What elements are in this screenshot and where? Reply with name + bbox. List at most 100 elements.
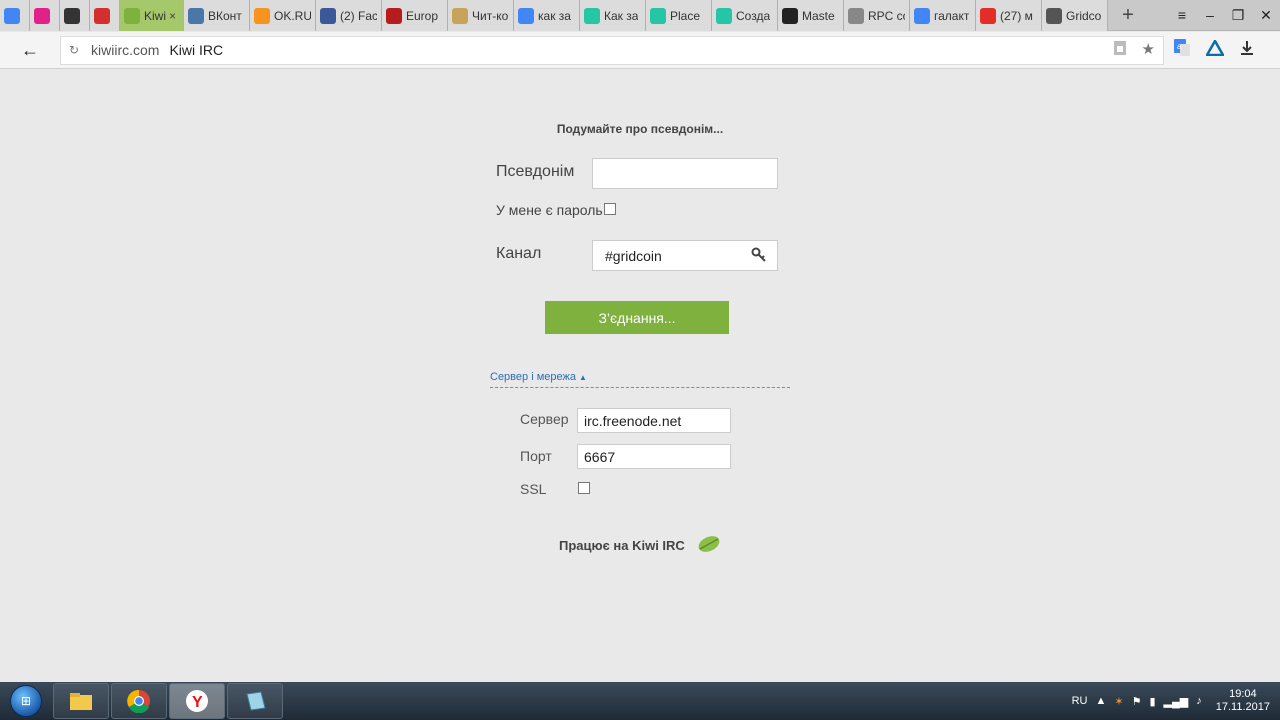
tab-title: ВКонт xyxy=(208,8,242,23)
tab-title: галакт xyxy=(934,8,970,23)
page-title: Kiwi IRC xyxy=(169,42,224,58)
back-button[interactable]: ← xyxy=(0,40,60,61)
tray-expand-icon[interactable]: ▲ xyxy=(1095,695,1106,707)
minimize-button[interactable]: – xyxy=(1196,7,1224,23)
translate-icon[interactable]: a xyxy=(1174,38,1190,62)
omnibox-actions: ★ xyxy=(1112,40,1155,60)
svg-text:Y: Y xyxy=(192,694,203,711)
browser-tab[interactable]: как за xyxy=(514,0,580,31)
github-icon xyxy=(782,7,798,24)
youtube-icon xyxy=(980,7,996,24)
network-signal-icon[interactable]: ▂▄▆ xyxy=(1164,695,1189,708)
browser-tab[interactable]: Europ xyxy=(382,0,448,31)
avast-icon[interactable]: ✶ xyxy=(1114,695,1123,708)
google-icon xyxy=(914,7,930,24)
tab-title: RPC co xyxy=(868,8,905,23)
tab-title: Как за xyxy=(604,8,639,23)
action-center-flag-icon[interactable]: ⚑ xyxy=(1132,695,1142,708)
tab-title: Созда xyxy=(736,8,771,23)
key-icon[interactable] xyxy=(751,247,767,267)
green-circle-icon xyxy=(650,7,666,24)
browser-tab[interactable]: Gridco xyxy=(1042,0,1108,31)
download-icon[interactable] xyxy=(1240,40,1254,61)
channel-label: Канал xyxy=(496,245,542,262)
language-indicator[interactable]: RU xyxy=(1072,695,1088,707)
browser-tab[interactable]: Kiwi × xyxy=(120,0,184,31)
p-icon xyxy=(64,7,80,24)
window-controls: ≡ – ❐ ✕ xyxy=(1168,0,1280,30)
google-icon xyxy=(518,7,534,24)
delta-extension-icon[interactable] xyxy=(1204,37,1226,61)
taskbar: ⊞ Y RU ▲ ✶ ⚑ ▮ ▂▄▆ ♪ 19:04 17.11.2017 xyxy=(0,682,1280,720)
server-network-toggle[interactable]: Сервер і мережа ▲ xyxy=(490,371,790,388)
kiwi-leaf-icon xyxy=(698,536,720,552)
power-icon[interactable]: ▮ xyxy=(1149,695,1155,708)
restore-button[interactable]: ❐ xyxy=(1224,7,1252,24)
svg-text:a: a xyxy=(1177,42,1182,51)
browser-tab[interactable]: Как за xyxy=(580,0,646,31)
reload-icon[interactable]: ↻ xyxy=(63,43,85,57)
browser-tab[interactable]: (2) Fac xyxy=(316,0,382,31)
url-domain[interactable]: kiwiirc.com xyxy=(91,42,159,58)
browser-tab[interactable]: Созда xyxy=(712,0,778,31)
green-circle-icon xyxy=(584,7,600,24)
server-network-label[interactable]: Сервер і мережа xyxy=(490,371,576,383)
nick-label: Псевдонім xyxy=(496,163,575,180)
volume-icon[interactable]: ♪ xyxy=(1196,695,1202,707)
ssl-checkbox[interactable] xyxy=(578,482,590,494)
port-field-wrapper xyxy=(577,444,731,469)
tab-title: Чит-ко xyxy=(472,8,509,23)
password-label: У мене є пароль xyxy=(496,202,603,218)
clock-date: 17.11.2017 xyxy=(1215,701,1270,713)
omnibox[interactable]: ↻ kiwiirc.com Kiwi IRC ★ xyxy=(60,35,1164,65)
vk-icon xyxy=(188,7,204,24)
chrome-taskbar-icon[interactable] xyxy=(111,683,167,719)
clock[interactable]: 19:04 17.11.2017 xyxy=(1216,688,1270,714)
caret-up-icon: ▲ xyxy=(578,373,587,382)
nick-input[interactable] xyxy=(593,159,777,188)
pink-app-icon xyxy=(34,7,50,24)
facebook-icon xyxy=(320,7,336,24)
browser-tab[interactable]: Maste xyxy=(778,0,844,31)
browser-tab[interactable]: ВКонт xyxy=(184,0,250,31)
connect-button[interactable]: З’єднання... xyxy=(545,301,729,334)
browser-tab[interactable] xyxy=(60,0,90,31)
bookmark-star-icon[interactable]: ★ xyxy=(1142,40,1155,60)
browser-tab[interactable]: Чит-ко xyxy=(448,0,514,31)
new-tab-button[interactable]: + xyxy=(1108,0,1148,30)
lock-icon[interactable] xyxy=(1112,40,1128,60)
ssl-label: SSL xyxy=(520,481,547,497)
browser-tab[interactable]: OK.RU xyxy=(250,0,316,31)
nick-prompt-heading: Подумайте про псевдонім... xyxy=(556,122,724,136)
menu-icon[interactable]: ≡ xyxy=(1168,7,1196,23)
yandex-taskbar-icon[interactable]: Y xyxy=(169,683,225,719)
browser-tab[interactable]: галакт xyxy=(910,0,976,31)
channel-input[interactable] xyxy=(593,241,777,270)
browser-tab[interactable] xyxy=(30,0,60,31)
tab-strip: Kiwi × ВКонт OK.RU (2) Fac Europ Чит-ко как за К… xyxy=(0,0,1280,31)
browser-tab[interactable]: RPC co xyxy=(844,0,910,31)
browser-tab[interactable] xyxy=(90,0,120,31)
tab-title: OK.RU xyxy=(274,8,311,23)
tab-title: Maste xyxy=(802,8,835,23)
tab-title: Gridco xyxy=(1066,8,1102,23)
powered-by-text: Працює на Kiwi IRC xyxy=(559,538,685,553)
tab-title: (2) Fac xyxy=(340,8,377,23)
tab-title: Europ xyxy=(406,8,439,23)
extensions: a xyxy=(1174,37,1254,62)
close-window-button[interactable]: ✕ xyxy=(1252,7,1280,24)
green-circle-icon xyxy=(716,7,732,24)
start-button[interactable]: ⊞ xyxy=(0,682,52,720)
password-checkbox[interactable] xyxy=(604,203,616,215)
port-label: Порт xyxy=(520,448,552,464)
browser-tab[interactable]: (27) м xyxy=(976,0,1042,31)
close-tab-icon[interactable]: × xyxy=(169,9,176,23)
red-circle-icon xyxy=(94,7,110,24)
explorer-taskbar-icon[interactable] xyxy=(53,683,109,719)
port-input[interactable] xyxy=(578,445,730,468)
notepad-taskbar-icon[interactable] xyxy=(227,683,283,719)
s-icon xyxy=(452,7,468,24)
browser-tab[interactable] xyxy=(0,0,30,31)
server-input[interactable] xyxy=(578,409,730,432)
browser-tab[interactable]: Place xyxy=(646,0,712,31)
